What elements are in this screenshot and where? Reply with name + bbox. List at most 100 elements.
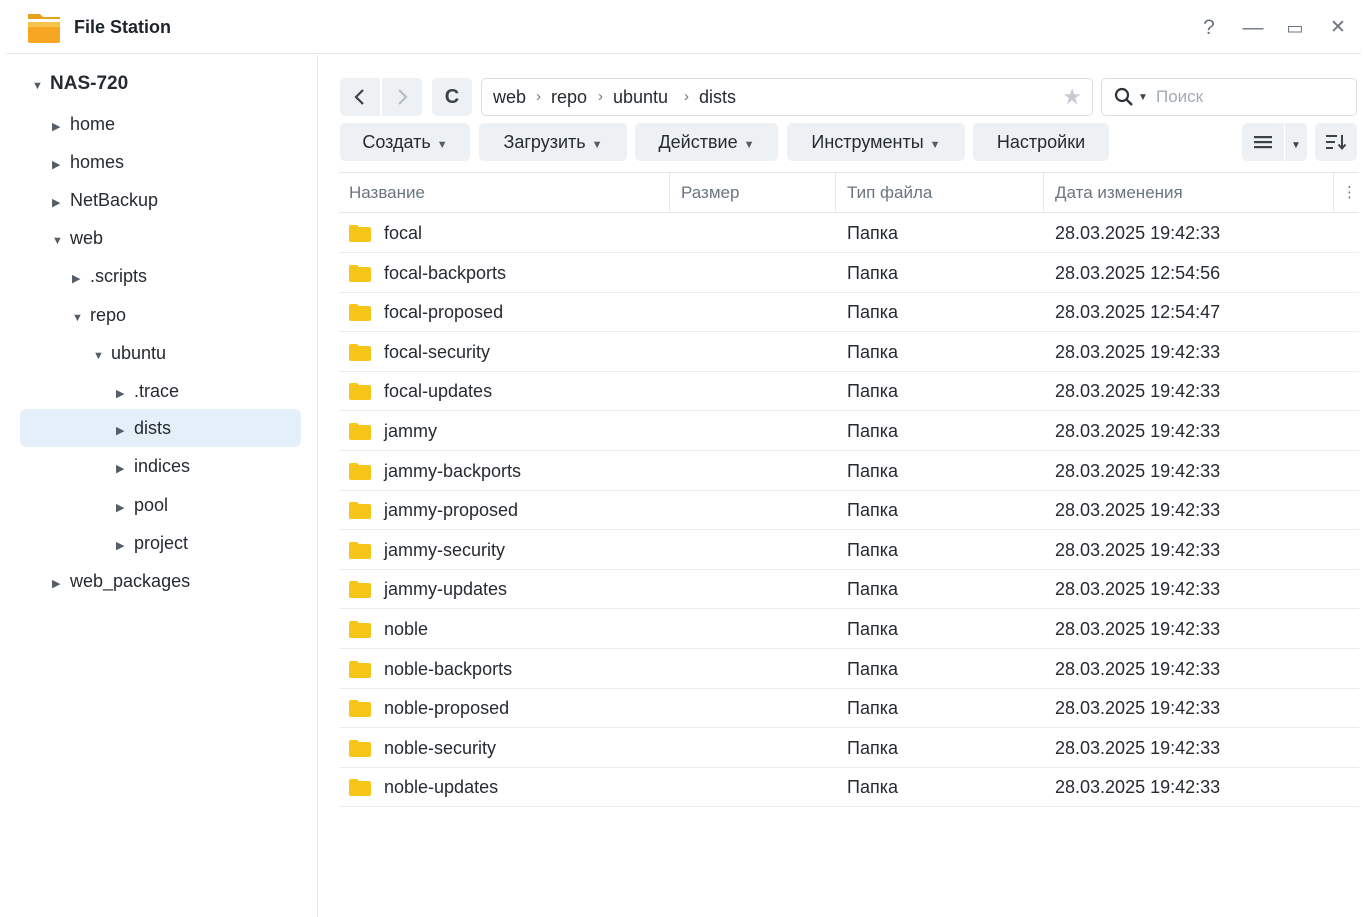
file-name: focal-proposed xyxy=(384,302,504,323)
sidebar-item-web[interactable]: ▼ web xyxy=(52,219,103,257)
refresh-icon: C xyxy=(444,86,460,108)
file-type: Папка xyxy=(847,500,898,521)
sidebar-item-label: homes xyxy=(70,152,125,172)
breadcrumb-web[interactable]: web xyxy=(493,87,526,108)
maximize-icon[interactable]: ▭ xyxy=(1282,15,1308,41)
sidebar-item-indices[interactable]: ▶ indices xyxy=(116,447,190,485)
settings-label: Настройки xyxy=(996,132,1086,152)
column-options-icon[interactable]: ⋮ xyxy=(1335,173,1357,213)
table-row[interactable]: focal-proposed Папка 28.03.2025 12:54:47 xyxy=(339,293,1359,333)
table-row[interactable]: noble Папка 28.03.2025 19:42:33 xyxy=(339,610,1359,649)
sidebar-item-label: NetBackup xyxy=(70,190,159,210)
upload-button[interactable]: Загрузить ▼ xyxy=(479,123,627,161)
search-dropdown-icon[interactable]: ▼ xyxy=(1138,92,1148,103)
back-button[interactable] xyxy=(340,78,380,116)
search-input[interactable] xyxy=(1156,85,1346,109)
breadcrumb-separator: › xyxy=(536,88,541,105)
chevron-right-icon: ▶ xyxy=(116,463,125,475)
table-header: Название Размер Тип файла Дата изменения… xyxy=(339,172,1359,213)
view-mode-dropdown[interactable]: ▼ xyxy=(1285,123,1307,161)
table-row[interactable]: jammy-updates Папка 28.03.2025 19:42:33 xyxy=(339,570,1359,610)
file-name: focal xyxy=(384,223,423,243)
sidebar-item-home[interactable]: ▶ home xyxy=(52,105,115,143)
table-row[interactable]: focal-updates Папка 28.03.2025 19:42:33 xyxy=(339,372,1359,412)
breadcrumb-dists[interactable]: dists xyxy=(699,87,736,108)
chevron-right-icon: ▶ xyxy=(116,388,125,400)
breadcrumb-repo[interactable]: repo xyxy=(551,87,587,108)
tree-root-nas[interactable]: ▼ NAS-720 xyxy=(32,65,128,103)
refresh-button[interactable]: C xyxy=(432,78,472,116)
file-name: focal-backports xyxy=(384,262,507,283)
search-box[interactable]: ▼ xyxy=(1101,78,1357,116)
file-type: Папка xyxy=(847,341,898,362)
chevron-down-icon: ▼ xyxy=(93,350,104,362)
sidebar-item-ubuntu[interactable]: ▼ ubuntu xyxy=(93,334,166,372)
sort-button[interactable] xyxy=(1315,123,1357,161)
chevron-down-icon: ▼ xyxy=(32,80,43,92)
sidebar-item-label: pool xyxy=(134,495,169,515)
table-row[interactable]: noble-updates Папка 28.03.2025 19:42:33 xyxy=(339,768,1359,808)
column-header-type[interactable]: Тип файла xyxy=(837,173,932,213)
caret-down-icon: ▼ xyxy=(436,139,448,151)
caret-down-icon: ▼ xyxy=(743,139,755,151)
column-divider[interactable] xyxy=(1043,173,1044,213)
table-row[interactable]: jammy-backports Папка 28.03.2025 19:42:33 xyxy=(339,452,1359,491)
sidebar-item-netbackup[interactable]: ▶ NetBackup xyxy=(52,181,158,219)
column-header-size[interactable]: Размер xyxy=(671,173,739,213)
minimize-icon[interactable]: — xyxy=(1240,15,1266,41)
file-modified: 28.03.2025 19:42:33 xyxy=(1055,619,1221,639)
chevron-right-icon: ▶ xyxy=(116,502,125,514)
file-type: Папка xyxy=(847,223,898,243)
create-button[interactable]: Создать ▼ xyxy=(340,123,470,161)
file-modified: 28.03.2025 19:42:33 xyxy=(1055,777,1221,798)
chevron-right-icon: ▶ xyxy=(116,425,125,437)
sidebar-item-trace[interactable]: ▶ .trace xyxy=(116,372,179,410)
action-button[interactable]: Действие ▼ xyxy=(635,123,778,161)
view-mode-button[interactable] xyxy=(1242,123,1284,161)
sidebar-item-web-packages[interactable]: ▶ web_packages xyxy=(52,562,190,600)
sidebar-item-pool[interactable]: ▶ pool xyxy=(116,486,168,524)
column-header-name[interactable]: Название xyxy=(339,173,425,213)
star-icon[interactable]: ★ xyxy=(1062,84,1082,110)
sidebar-item-dists[interactable]: ▶ dists xyxy=(20,409,301,447)
file-modified: 28.03.2025 19:42:33 xyxy=(1055,658,1221,679)
close-icon[interactable]: ✕ xyxy=(1325,15,1351,41)
list-view-icon xyxy=(1254,136,1272,149)
file-type: Папка xyxy=(847,539,898,560)
table-row[interactable]: jammy-proposed Папка 28.03.2025 19:42:33 xyxy=(339,491,1359,531)
file-modified: 28.03.2025 19:42:33 xyxy=(1055,381,1221,402)
table-row[interactable]: focal-backports Папка 28.03.2025 12:54:56 xyxy=(339,254,1359,293)
file-modified: 28.03.2025 12:54:47 xyxy=(1055,302,1221,323)
file-name: jammy-security xyxy=(384,539,506,560)
path-bar[interactable]: web › repo › ubuntu › dists ★ xyxy=(481,78,1093,116)
table-row[interactable]: focal Папка 28.03.2025 19:42:33 xyxy=(339,214,1359,253)
sidebar-item-homes[interactable]: ▶ homes xyxy=(52,143,124,181)
column-header-modified[interactable]: Дата изменения xyxy=(1045,173,1183,213)
file-name: jammy xyxy=(384,421,437,441)
file-modified: 28.03.2025 19:42:33 xyxy=(1055,223,1221,243)
folder-icon xyxy=(349,462,371,480)
breadcrumb-separator: › xyxy=(598,88,603,105)
table-row[interactable]: noble-security Папка 28.03.2025 19:42:33 xyxy=(339,729,1359,768)
sidebar-item-project[interactable]: ▶ project xyxy=(116,524,188,562)
settings-button[interactable]: Настройки xyxy=(973,123,1109,161)
help-icon[interactable]: ? xyxy=(1196,15,1222,41)
tools-button[interactable]: Инструменты ▼ xyxy=(787,123,965,161)
table-row[interactable]: noble-proposed Папка 28.03.2025 19:42:33 xyxy=(339,689,1359,729)
breadcrumb-ubuntu[interactable]: ubuntu xyxy=(613,87,668,108)
folder-icon xyxy=(349,304,371,322)
file-type: Папка xyxy=(847,579,898,600)
sidebar-item-repo[interactable]: ▼ repo xyxy=(72,296,126,334)
table-row[interactable]: jammy Папка 28.03.2025 19:42:33 xyxy=(339,412,1359,451)
table-row[interactable]: noble-backports Папка 28.03.2025 19:42:33 xyxy=(339,650,1359,689)
file-type: Папка xyxy=(847,460,898,481)
column-divider[interactable] xyxy=(669,173,670,213)
table-row[interactable]: focal-security Папка 28.03.2025 19:42:33 xyxy=(339,333,1359,372)
table-row[interactable]: jammy-security Папка 28.03.2025 19:42:33 xyxy=(339,531,1359,570)
sidebar-item-scripts[interactable]: ▶ .scripts xyxy=(72,257,147,295)
folder-icon xyxy=(349,502,371,520)
column-divider[interactable] xyxy=(835,173,836,213)
forward-button[interactable] xyxy=(382,78,422,116)
chevron-down-icon: ▼ xyxy=(52,235,63,247)
column-divider[interactable] xyxy=(1333,173,1334,213)
